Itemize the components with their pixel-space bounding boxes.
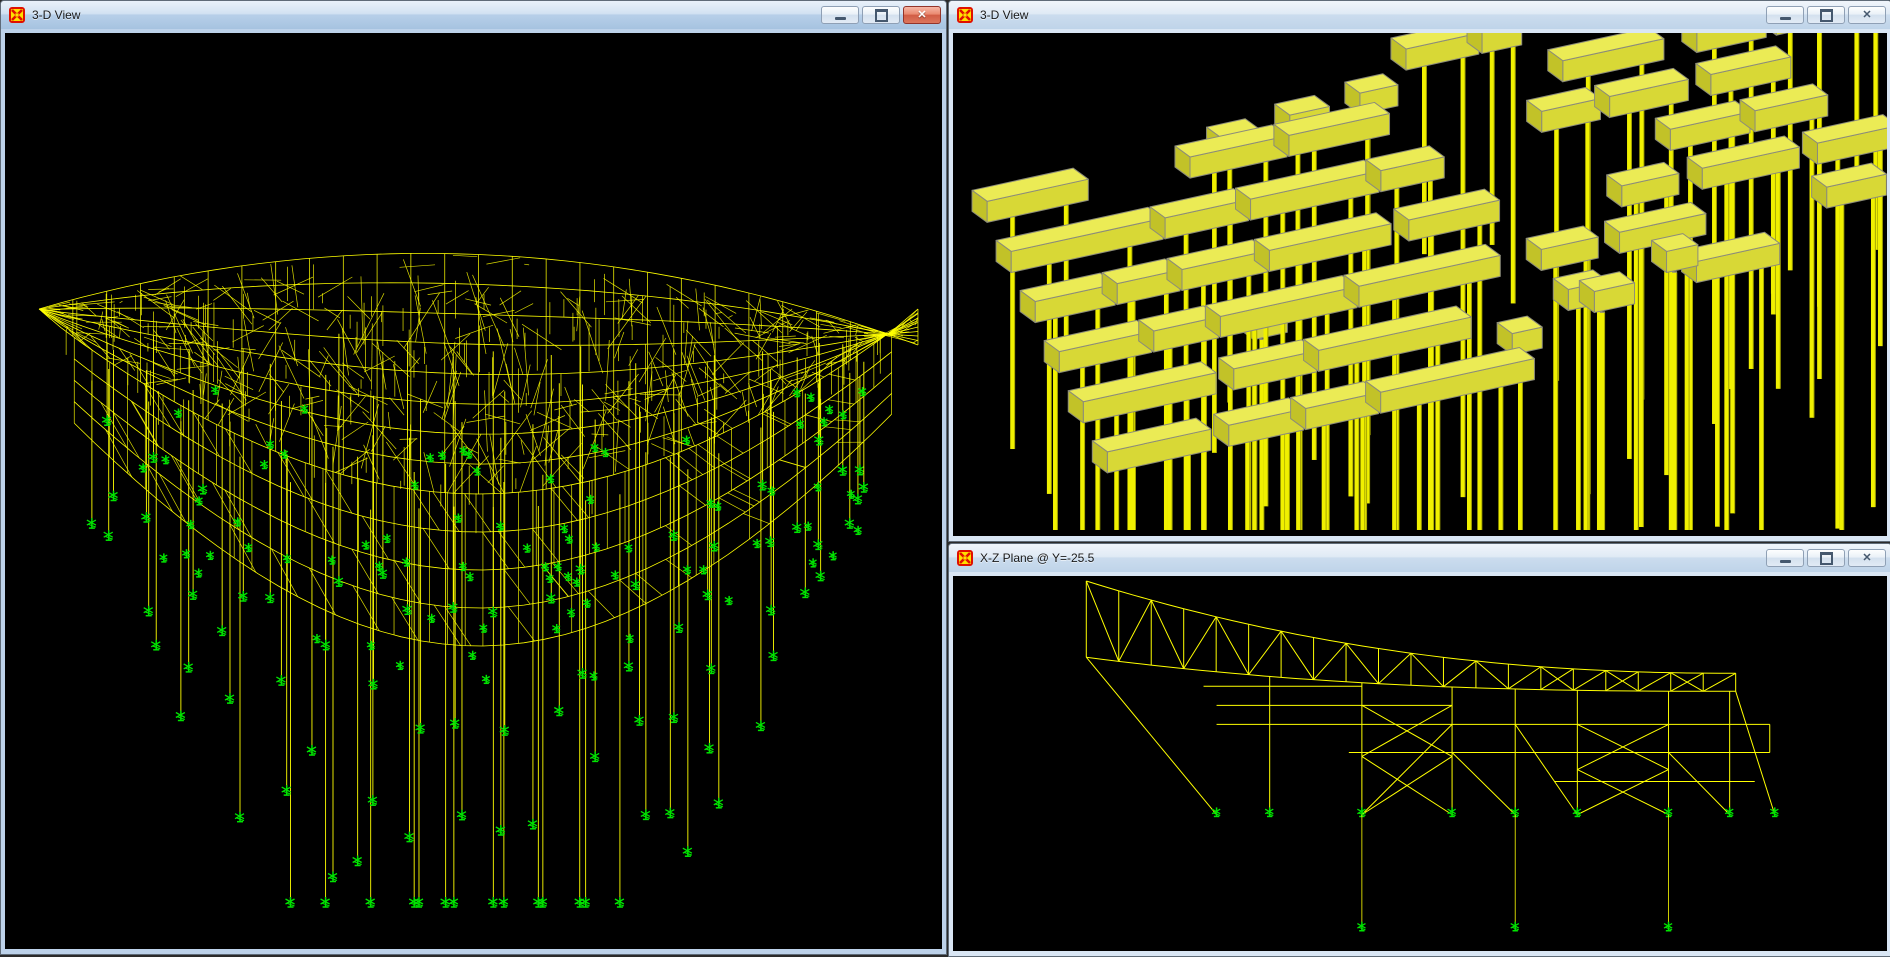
window-3d-view-left: 3-D View ✕ bbox=[0, 0, 947, 955]
restore-button[interactable] bbox=[1807, 549, 1845, 567]
minimize-icon bbox=[1780, 560, 1791, 563]
minimize-button[interactable] bbox=[821, 6, 859, 24]
view-canvas-3d-wireframe[interactable] bbox=[5, 33, 942, 949]
window-title: 3-D View bbox=[980, 8, 1766, 22]
window-xz-plane: X-Z Plane @ Y=-25.5 ✕ bbox=[948, 543, 1890, 957]
close-button[interactable]: ✕ bbox=[1848, 6, 1886, 24]
view-canvas-3d-extruded[interactable] bbox=[953, 33, 1887, 536]
window-3d-view-extruded: 3-D View ✕ bbox=[948, 0, 1890, 542]
restore-button[interactable] bbox=[862, 6, 900, 24]
close-icon: ✕ bbox=[917, 10, 926, 21]
minimize-icon bbox=[835, 17, 846, 20]
window-title: X-Z Plane @ Y=-25.5 bbox=[980, 551, 1766, 565]
restore-icon bbox=[1820, 9, 1833, 22]
sap2000-icon bbox=[957, 7, 973, 23]
view-canvas-xz-elevation[interactable] bbox=[953, 576, 1887, 951]
close-icon: ✕ bbox=[1862, 10, 1871, 21]
restore-button[interactable] bbox=[1807, 6, 1845, 24]
restore-icon bbox=[1820, 552, 1833, 565]
window-title: 3-D View bbox=[32, 8, 821, 22]
titlebar[interactable]: X-Z Plane @ Y=-25.5 ✕ bbox=[949, 544, 1890, 572]
close-button[interactable]: ✕ bbox=[1848, 549, 1886, 567]
minimize-icon bbox=[1780, 17, 1791, 20]
minimize-button[interactable] bbox=[1766, 549, 1804, 567]
minimize-button[interactable] bbox=[1766, 6, 1804, 24]
sap2000-icon bbox=[957, 550, 973, 566]
restore-icon bbox=[875, 9, 888, 22]
close-icon: ✕ bbox=[1862, 553, 1871, 564]
titlebar[interactable]: 3-D View ✕ bbox=[1, 1, 946, 29]
titlebar[interactable]: 3-D View ✕ bbox=[949, 1, 1890, 29]
close-button[interactable]: ✕ bbox=[903, 6, 941, 24]
sap2000-icon bbox=[9, 7, 25, 23]
